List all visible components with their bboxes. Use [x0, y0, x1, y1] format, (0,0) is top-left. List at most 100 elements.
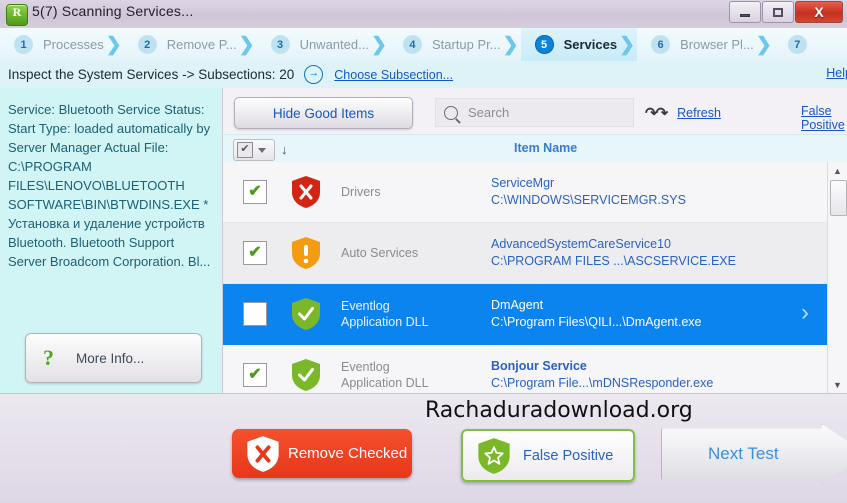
row-category-line2: Application DLL	[341, 315, 429, 329]
help-link[interactable]: Help	[826, 66, 847, 80]
step-separator-icon: ❯	[238, 34, 255, 55]
row-checkbox[interactable]	[243, 302, 267, 326]
step-number: 6	[651, 35, 671, 54]
row-item-path: C:\Program Files\QILI...\DmAgent.exe	[491, 315, 702, 329]
false-positive-button[interactable]: False Positive	[461, 429, 635, 482]
table-row[interactable]: ✔ Eventlog Application DLL Bonjour Servi…	[223, 345, 828, 393]
step-label: Remove P...	[166, 37, 237, 52]
wizard-step-1[interactable]: 1 Processes ❯	[0, 28, 124, 61]
row-category: Eventlog Application DLL	[341, 359, 491, 391]
maximize-button[interactable]	[762, 1, 794, 23]
step-label: Browser Pl...	[680, 37, 754, 52]
wizard-step-4[interactable]: 4 Startup Pr... ❯	[389, 28, 521, 61]
remove-checked-label: Remove Checked	[288, 445, 408, 462]
question-mark-icon: ?	[43, 345, 54, 370]
choose-subsection-link[interactable]: Choose Subsection...	[334, 68, 453, 82]
step-separator-icon: ❯	[105, 34, 122, 55]
step-number: 7	[787, 35, 807, 54]
step-label: Unwanted...	[299, 37, 369, 52]
false-positive-link[interactable]: False Positive	[801, 104, 847, 132]
row-category: Eventlog Application DLL	[341, 298, 491, 330]
remove-checked-button[interactable]: Remove Checked	[232, 429, 412, 478]
scrollbar-thumb[interactable]	[830, 180, 847, 216]
scroll-up-icon[interactable]: ▲	[828, 162, 847, 179]
more-info-label: More Info...	[76, 350, 145, 366]
step-separator-icon: ❯	[619, 34, 636, 55]
row-item-name: AdvancedSystemCareService10	[491, 237, 671, 251]
window-controls: X	[728, 1, 843, 23]
search-icon	[444, 105, 458, 120]
row-item-path: C:\PROGRAM FILES ...\ASCSERVICE.EXE	[491, 254, 736, 268]
close-button[interactable]: X	[795, 1, 843, 23]
app-logo-icon: R	[6, 4, 28, 26]
row-checkbox[interactable]: ✔	[243, 241, 267, 265]
sort-descending-icon[interactable]: ↓	[281, 142, 288, 157]
row-checkbox[interactable]: ✕ ✔	[243, 180, 267, 204]
service-description: Service: Bluetooth Service Status: Start…	[8, 102, 211, 269]
close-icon: X	[814, 4, 824, 20]
table-row[interactable]: ✔ Auto Services AdvancedSystemCareServic…	[223, 223, 828, 284]
next-test-button[interactable]: Next Test	[661, 424, 847, 484]
wizard-step-7[interactable]: 7	[774, 28, 837, 61]
table-row-selected[interactable]: Eventlog Application DLL DmAgent C:\Prog…	[223, 284, 828, 345]
row-checkbox[interactable]: ✔	[243, 363, 267, 387]
row-item: ServiceMgr C:\WINDOWS\SERVICEMGR.SYS	[491, 175, 828, 209]
more-info-button[interactable]: ? More Info...	[25, 333, 202, 383]
hide-good-items-button[interactable]: Hide Good Items	[234, 97, 413, 129]
wizard-step-6[interactable]: 6 Browser Pl... ❯	[637, 28, 774, 61]
details-panel: Service: Bluetooth Service Status: Start…	[0, 88, 223, 393]
step-label: Services	[563, 37, 618, 52]
row-category-line1: Eventlog	[341, 299, 390, 313]
window-title: 5(7) Scanning Services...	[32, 3, 194, 19]
search-input[interactable]: Search	[435, 98, 634, 127]
results-list[interactable]: ✕ ✔ Drivers Serv	[223, 162, 847, 393]
wizard-step-5-services[interactable]: 5 Services ❯	[520, 28, 638, 61]
row-item-name: Bonjour Service	[491, 359, 587, 373]
shield-x-icon	[246, 435, 280, 473]
row-item-path: C:\Program File...\mDNSResponder.exe	[491, 376, 714, 390]
search-placeholder: Search	[468, 105, 510, 120]
chevron-down-icon[interactable]	[258, 147, 266, 153]
select-all-checkbox[interactable]: ✔	[237, 142, 253, 158]
wizard-step-2[interactable]: 2 Remove P... ❯	[124, 28, 257, 61]
arrow-right-icon: →	[304, 65, 324, 84]
application-window: R 5(7) Scanning Services... X 1 Processe…	[0, 0, 847, 503]
step-number: 4	[402, 35, 422, 54]
row-item-name: ServiceMgr	[491, 176, 555, 190]
step-number: 5	[534, 35, 554, 54]
step-separator-icon: ❯	[755, 34, 772, 55]
next-test-label: Next Test	[708, 444, 779, 463]
row-item: DmAgent C:\Program Files\QILI...\DmAgent…	[491, 297, 828, 331]
vertical-scrollbar[interactable]: ▲ ▼	[827, 162, 847, 393]
scroll-down-icon[interactable]: ▼	[828, 376, 847, 393]
row-checkbox-check: ✔	[248, 366, 262, 383]
refresh-icon: ↷↷	[645, 105, 668, 122]
row-item: AdvancedSystemCareService10 C:\PROGRAM F…	[491, 236, 828, 270]
severity-shield-red-icon	[291, 175, 321, 209]
subsection-header: Inspect the System Services -> Subsectio…	[0, 61, 847, 89]
select-all-control[interactable]: ✔	[233, 139, 275, 161]
severity-shield-green-icon	[291, 358, 321, 392]
wizard-step-3[interactable]: 3 Unwanted... ❯	[257, 28, 389, 61]
row-category-line1: Eventlog	[341, 360, 390, 374]
app-logo-letter: R	[12, 5, 22, 19]
row-category: Auto Services	[341, 245, 491, 261]
results-panel: Hide Good Items Search ↷↷ Refresh False …	[223, 88, 847, 393]
column-header-item-name[interactable]: Item Name	[514, 141, 577, 155]
step-label: Processes	[43, 37, 104, 52]
minimize-button[interactable]	[729, 1, 761, 23]
step-separator-icon: ❯	[502, 34, 519, 55]
row-category-line1: Auto Services	[341, 246, 419, 260]
row-checkbox-check: ✔	[248, 183, 262, 200]
refresh-button[interactable]: ↷↷ Refresh	[645, 104, 721, 122]
row-item-path: C:\WINDOWS\SERVICEMGR.SYS	[491, 193, 686, 207]
step-separator-icon: ❯	[371, 34, 387, 55]
title-bar: R 5(7) Scanning Services... X	[0, 0, 847, 29]
table-row[interactable]: ✕ ✔ Drivers Serv	[223, 162, 828, 223]
severity-shield-green-icon	[291, 297, 321, 331]
row-expand-chevron-icon[interactable]: ›	[792, 301, 818, 327]
row-checkbox-check: ✔	[248, 244, 262, 261]
watermark-text: Rachaduradownload.org	[425, 398, 693, 423]
step-number: 1	[14, 35, 33, 54]
row-category-line1: Drivers	[341, 185, 381, 199]
